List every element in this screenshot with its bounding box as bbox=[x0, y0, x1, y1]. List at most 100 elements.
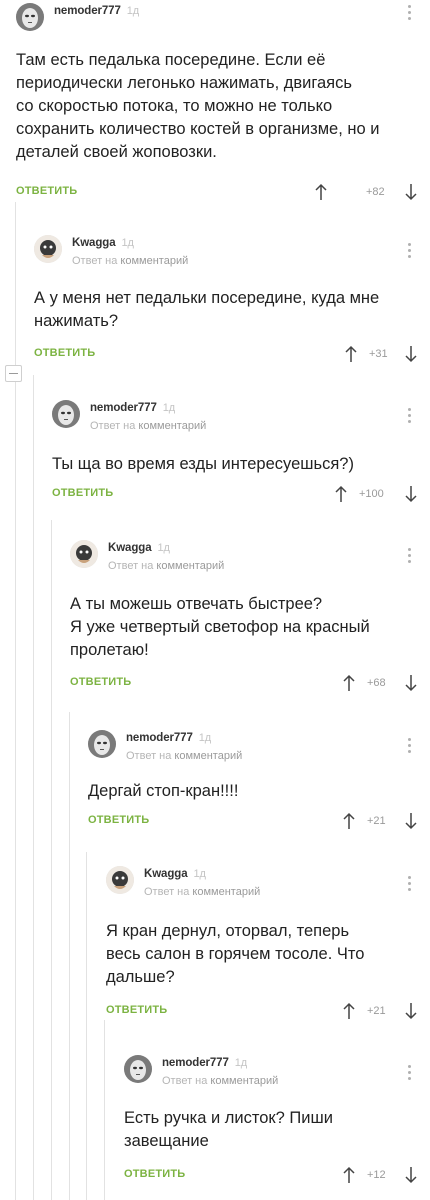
reply-button[interactable]: ОТВЕТИТЬ bbox=[52, 487, 113, 499]
comment-header: Kwagga 1д Ответ на комментарий bbox=[70, 540, 430, 580]
avatar[interactable] bbox=[70, 540, 98, 568]
comment-actions: ОТВЕТИТЬ +31 bbox=[34, 345, 430, 367]
comment-age: 1д bbox=[198, 732, 212, 744]
comment-actions: ОТВЕТИТЬ +82 bbox=[16, 183, 430, 205]
reply-button[interactable]: ОТВЕТИТЬ bbox=[124, 1168, 185, 1180]
comment-text: Дергай стоп-кран!!!! bbox=[88, 782, 239, 800]
comment: Kwagga 1д Ответ на комментарий Я кран дер… bbox=[106, 866, 430, 1021]
thread-line bbox=[86, 852, 87, 1200]
comment-actions: ОТВЕТИТЬ +100 bbox=[52, 485, 430, 507]
reply-to-label: Ответ на комментарий bbox=[144, 886, 261, 898]
author-name[interactable]: Kwagga 1д bbox=[144, 868, 206, 880]
comment: nemoder777 1д Там есть педалька посередин… bbox=[16, 3, 430, 203]
reply-to-link[interactable]: комментарий bbox=[120, 255, 188, 267]
comment-age: 1д bbox=[121, 237, 134, 249]
comment-age: 1д bbox=[234, 1057, 248, 1069]
reply-button[interactable]: ОТВЕТИТЬ bbox=[70, 676, 131, 688]
more-options-icon[interactable] bbox=[406, 406, 412, 428]
comment-actions: ОТВЕТИТЬ +21 bbox=[106, 1002, 430, 1024]
reply-to-link[interactable]: комментарий bbox=[192, 886, 260, 898]
comment: Kwagga 1д Ответ на комментарий А ты можеш… bbox=[70, 540, 430, 700]
vote-count: +21 bbox=[367, 1005, 386, 1017]
comment-actions: ОТВЕТИТЬ +12 bbox=[124, 1166, 430, 1188]
upvote-icon[interactable] bbox=[342, 812, 356, 830]
more-options-icon[interactable] bbox=[406, 241, 412, 263]
collapse-thread-button[interactable] bbox=[5, 365, 22, 382]
vote-count: +100 bbox=[359, 488, 384, 500]
downvote-icon[interactable] bbox=[404, 1002, 418, 1020]
comment: nemoder777 1д Ответ на комментарий Ты ща … bbox=[52, 400, 430, 510]
author-name[interactable]: nemoder777 1д bbox=[54, 5, 139, 17]
comment-age: 1д bbox=[193, 868, 206, 880]
upvote-icon[interactable] bbox=[342, 1002, 356, 1020]
reply-button[interactable]: ОТВЕТИТЬ bbox=[106, 1004, 167, 1016]
author-name[interactable]: Kwagga 1д bbox=[72, 237, 134, 249]
comment-text: Есть ручка и листок? Пиши завещание bbox=[124, 1109, 333, 1150]
reply-to-link[interactable]: комментарий bbox=[210, 1075, 278, 1087]
thread-line bbox=[51, 520, 52, 1200]
vote-count: +31 bbox=[369, 348, 388, 360]
thread-line bbox=[104, 1020, 105, 1200]
comment-header: nemoder777 1д Ответ на комментарий bbox=[124, 1055, 430, 1095]
comment-age: 1д bbox=[162, 402, 176, 414]
vote-count: +12 bbox=[367, 1169, 386, 1181]
downvote-icon[interactable] bbox=[404, 345, 418, 363]
comment-header: nemoder777 1д bbox=[16, 3, 430, 43]
avatar[interactable] bbox=[106, 866, 134, 894]
comment-text: Ты ща во время езды интересуешься?) bbox=[52, 455, 354, 473]
reply-button[interactable]: ОТВЕТИТЬ bbox=[34, 347, 95, 359]
avatar[interactable] bbox=[124, 1055, 152, 1083]
downvote-icon[interactable] bbox=[404, 674, 418, 692]
comment-actions: ОТВЕТИТЬ +68 bbox=[70, 674, 430, 696]
vote-count: +21 bbox=[367, 815, 386, 827]
reply-to-link[interactable]: комментарий bbox=[174, 750, 242, 762]
upvote-icon[interactable] bbox=[334, 485, 348, 503]
thread-line bbox=[15, 202, 16, 1200]
upvote-icon[interactable] bbox=[314, 183, 328, 201]
more-options-icon[interactable] bbox=[406, 3, 412, 25]
author-name[interactable]: nemoder777 1д bbox=[90, 402, 175, 414]
author-name[interactable]: Kwagga 1д bbox=[108, 542, 170, 554]
reply-to-link[interactable]: комментарий bbox=[138, 420, 206, 432]
reply-to-label: Ответ на комментарий bbox=[72, 255, 189, 267]
comment-header: Kwagga 1д Ответ на комментарий bbox=[34, 235, 430, 275]
comment: nemoder777 1д Ответ на комментарий Есть р… bbox=[124, 1055, 430, 1195]
downvote-icon[interactable] bbox=[404, 812, 418, 830]
avatar[interactable] bbox=[34, 235, 62, 263]
downvote-icon[interactable] bbox=[404, 485, 418, 503]
upvote-icon[interactable] bbox=[342, 674, 356, 692]
comment-header: nemoder777 1д Ответ на комментарий bbox=[88, 730, 430, 770]
reply-to-link[interactable]: комментарий bbox=[156, 560, 224, 572]
comment-text: А ты можешь отвечать быстрее? Я уже четв… bbox=[70, 595, 370, 659]
more-options-icon[interactable] bbox=[406, 736, 412, 758]
more-options-icon[interactable] bbox=[406, 1063, 412, 1085]
thread-line bbox=[69, 712, 70, 1200]
comment-age: 1д bbox=[157, 542, 170, 554]
reply-button[interactable]: ОТВЕТИТЬ bbox=[16, 185, 77, 197]
downvote-icon[interactable] bbox=[404, 1166, 418, 1184]
comment-actions: ОТВЕТИТЬ +21 bbox=[88, 812, 430, 834]
comment: nemoder777 1д Ответ на комментарий Дергай… bbox=[88, 730, 430, 840]
reply-button[interactable]: ОТВЕТИТЬ bbox=[88, 814, 149, 826]
upvote-icon[interactable] bbox=[342, 1166, 356, 1184]
downvote-icon[interactable] bbox=[404, 183, 418, 201]
avatar[interactable] bbox=[88, 730, 116, 758]
reply-to-label: Ответ на комментарий bbox=[126, 750, 243, 762]
comment-header: Kwagga 1д Ответ на комментарий bbox=[106, 866, 430, 906]
comment: Kwagga 1д Ответ на комментарий А у меня н… bbox=[34, 235, 430, 370]
more-options-icon[interactable] bbox=[406, 546, 412, 568]
avatar[interactable] bbox=[52, 400, 80, 428]
avatar[interactable] bbox=[16, 3, 44, 31]
reply-to-label: Ответ на комментарий bbox=[162, 1075, 279, 1087]
upvote-icon[interactable] bbox=[344, 345, 358, 363]
more-options-icon[interactable] bbox=[406, 874, 412, 896]
comment-age: 1д bbox=[126, 5, 140, 17]
vote-count: +82 bbox=[366, 186, 385, 198]
author-name[interactable]: nemoder777 1д bbox=[126, 732, 211, 744]
author-name[interactable]: nemoder777 1д bbox=[162, 1057, 247, 1069]
comment-header: nemoder777 1д Ответ на комментарий bbox=[52, 400, 430, 440]
reply-to-label: Ответ на комментарий bbox=[90, 420, 207, 432]
comment-text: Там есть педалька посередине. Если её пе… bbox=[16, 51, 380, 161]
thread-line bbox=[33, 375, 34, 1200]
comment-text: А у меня нет педальки посередине, куда м… bbox=[34, 289, 380, 330]
